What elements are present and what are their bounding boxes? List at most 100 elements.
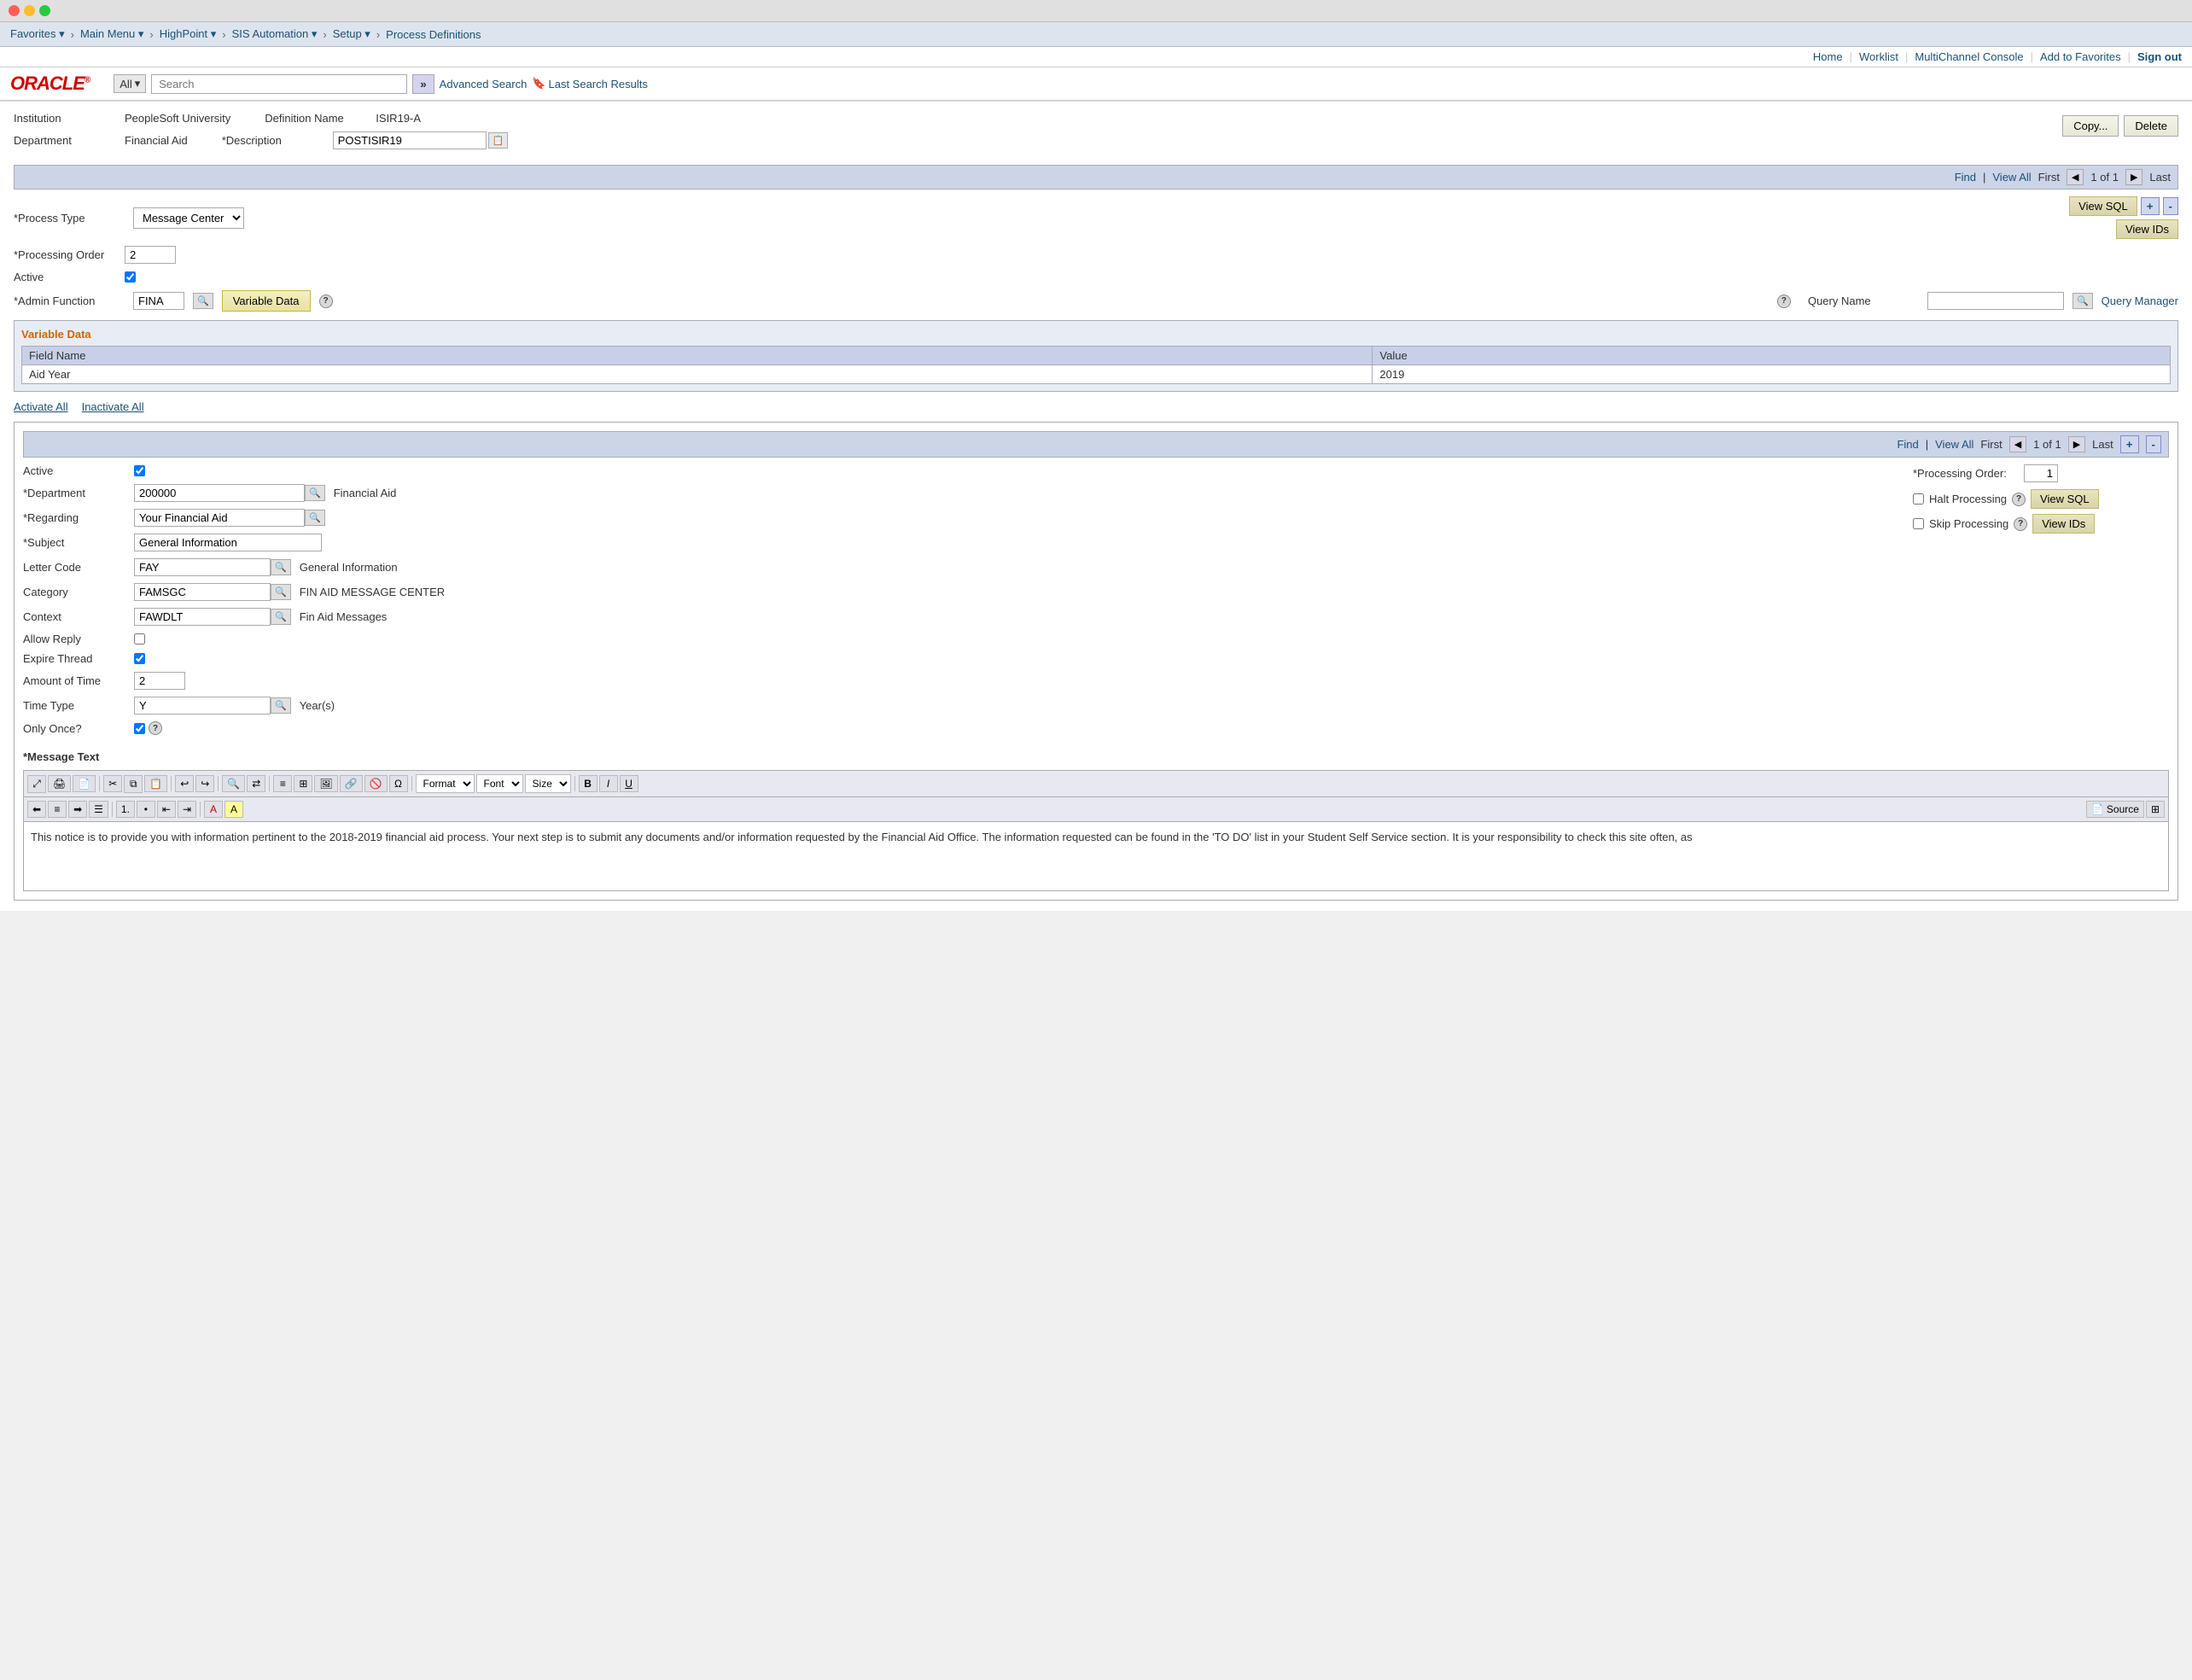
- view-sql-button[interactable]: View SQL: [2069, 196, 2137, 216]
- size-select[interactable]: Size: [525, 774, 571, 793]
- query-manager-link[interactable]: Query Manager: [2102, 295, 2178, 307]
- nav-main-menu[interactable]: Main Menu ▾: [80, 27, 143, 41]
- tb-bg-color[interactable]: A: [224, 801, 243, 818]
- multichannel-link[interactable]: MultiChannel Console: [1915, 50, 2023, 63]
- tb-search[interactable]: 🔍: [222, 775, 245, 792]
- editor-body[interactable]: This notice is to provide you with infor…: [24, 822, 2168, 890]
- halt-view-sql-button[interactable]: View SQL: [2031, 489, 2099, 509]
- delete-button[interactable]: Delete: [2124, 115, 2178, 137]
- inner-add-button[interactable]: +: [2120, 435, 2139, 453]
- tb-unordered-list[interactable]: •: [137, 801, 155, 818]
- tb-unlink[interactable]: 🚫: [364, 775, 388, 792]
- next-page-button[interactable]: ▶: [2125, 169, 2142, 185]
- tb-font-color[interactable]: A: [204, 801, 223, 818]
- minimize-button[interactable]: [24, 5, 35, 16]
- tb-expand[interactable]: ⊞: [2146, 801, 2165, 818]
- processing-order-input[interactable]: [125, 246, 176, 264]
- inactivate-all-link[interactable]: Inactivate All: [82, 400, 144, 413]
- inner-category-input[interactable]: [134, 583, 271, 601]
- tb-align-right[interactable]: ➡: [68, 801, 87, 818]
- tb-print[interactable]: 🖨: [48, 775, 71, 792]
- inner-letter-code-input[interactable]: [134, 558, 271, 576]
- inner-find-link[interactable]: Find: [1897, 438, 1918, 451]
- tb-align-left-2[interactable]: ⬅: [27, 801, 46, 818]
- tb-table[interactable]: ⊞: [294, 775, 312, 792]
- tb-ordered-list[interactable]: 1.: [116, 801, 135, 818]
- nav-sis-automation[interactable]: SIS Automation ▾: [232, 27, 318, 41]
- tb-underline[interactable]: U: [620, 775, 638, 792]
- add-favorites-link[interactable]: Add to Favorites: [2040, 50, 2121, 63]
- tb-italic[interactable]: I: [599, 775, 618, 792]
- query-name-lookup-button[interactable]: 🔍: [2072, 293, 2093, 309]
- tb-copy[interactable]: ⧉: [124, 775, 143, 793]
- tb-link[interactable]: 🔗: [340, 775, 363, 792]
- skip-view-ids-button[interactable]: View IDs: [2032, 514, 2095, 534]
- view-ids-button[interactable]: View IDs: [2116, 219, 2178, 239]
- skip-processing-help-icon[interactable]: ?: [2014, 517, 2027, 531]
- format-select[interactable]: Format: [416, 774, 475, 793]
- admin-function-input[interactable]: [133, 292, 184, 310]
- variable-data-button[interactable]: Variable Data: [222, 290, 311, 312]
- activate-all-link[interactable]: Activate All: [14, 400, 68, 413]
- close-button[interactable]: [9, 5, 20, 16]
- tb-justify[interactable]: ☰: [89, 801, 108, 818]
- active-checkbox[interactable]: [125, 271, 136, 283]
- admin-function-lookup-button[interactable]: 🔍: [193, 293, 213, 309]
- inner-del-button[interactable]: -: [2146, 435, 2161, 453]
- nav-highpoint[interactable]: HighPoint ▾: [160, 27, 217, 41]
- only-once-help-icon[interactable]: ?: [149, 721, 162, 735]
- find-link[interactable]: Find: [1955, 171, 1976, 184]
- font-select[interactable]: Font: [476, 774, 523, 793]
- delete-row-button[interactable]: -: [2163, 197, 2178, 215]
- inner-amount-time-input[interactable]: [134, 672, 185, 690]
- inner-letter-code-lookup-button[interactable]: 🔍: [271, 559, 291, 575]
- nav-setup[interactable]: Setup ▾: [333, 27, 370, 41]
- tb-indent[interactable]: ⇥: [178, 801, 196, 818]
- copy-button[interactable]: Copy...: [2062, 115, 2119, 137]
- inner-prev-page-button[interactable]: ◀: [2009, 436, 2026, 452]
- halt-processing-help-icon[interactable]: ?: [2012, 493, 2026, 506]
- inner-processing-order-input[interactable]: [2024, 464, 2058, 482]
- description-input[interactable]: [333, 131, 487, 149]
- skip-processing-checkbox[interactable]: [1913, 518, 1924, 529]
- description-lookup-button[interactable]: 📋: [488, 132, 509, 149]
- inner-regarding-input[interactable]: [134, 509, 305, 527]
- tb-special-char[interactable]: Ω: [389, 775, 408, 792]
- sign-out-link[interactable]: Sign out: [2137, 50, 2182, 63]
- tb-redo[interactable]: ↪: [195, 775, 214, 792]
- last-search-results-link[interactable]: 🔖 Last Search Results: [532, 77, 648, 90]
- inner-only-once-checkbox[interactable]: [134, 723, 145, 734]
- inner-regarding-lookup-button[interactable]: 🔍: [305, 510, 325, 526]
- tb-align-center[interactable]: ≡: [48, 801, 67, 818]
- inner-context-input[interactable]: [134, 608, 271, 626]
- search-scope-selector[interactable]: All ▾: [114, 74, 146, 93]
- query-name-input[interactable]: [1927, 292, 2064, 310]
- inner-context-lookup-button[interactable]: 🔍: [271, 609, 291, 625]
- advanced-search-link[interactable]: Advanced Search: [440, 78, 528, 90]
- inner-expire-thread-checkbox[interactable]: [134, 653, 145, 664]
- tb-image[interactable]: 🖼: [314, 775, 337, 792]
- prev-page-button[interactable]: ◀: [2067, 169, 2084, 185]
- search-go-button[interactable]: »: [412, 74, 434, 94]
- inner-allow-reply-checkbox[interactable]: [134, 633, 145, 645]
- process-type-select[interactable]: Message Center: [133, 207, 244, 229]
- inner-active-checkbox[interactable]: [134, 465, 145, 476]
- inner-category-lookup-button[interactable]: 🔍: [271, 584, 291, 600]
- tb-paste[interactable]: 📋: [144, 775, 167, 792]
- inner-department-input[interactable]: [134, 484, 305, 502]
- inner-department-lookup-button[interactable]: 🔍: [305, 485, 325, 501]
- worklist-link[interactable]: Worklist: [1859, 50, 1898, 63]
- query-name-help-icon[interactable]: ?: [1777, 295, 1791, 308]
- view-all-link[interactable]: View All: [1992, 171, 2031, 184]
- tb-fullscreen[interactable]: ⤢: [27, 775, 46, 793]
- maximize-button[interactable]: [39, 5, 50, 16]
- inner-time-type-input[interactable]: [134, 697, 271, 715]
- tb-align-left[interactable]: ≡: [273, 775, 292, 792]
- inner-next-page-button[interactable]: ▶: [2068, 436, 2085, 452]
- halt-processing-checkbox[interactable]: [1913, 493, 1924, 505]
- source-button[interactable]: 📄 Source: [2086, 801, 2144, 818]
- nav-favorites[interactable]: Favorites ▾: [10, 27, 65, 41]
- home-link[interactable]: Home: [1813, 50, 1843, 63]
- admin-function-help-icon[interactable]: ?: [319, 295, 333, 308]
- tb-outdent[interactable]: ⇤: [157, 801, 176, 818]
